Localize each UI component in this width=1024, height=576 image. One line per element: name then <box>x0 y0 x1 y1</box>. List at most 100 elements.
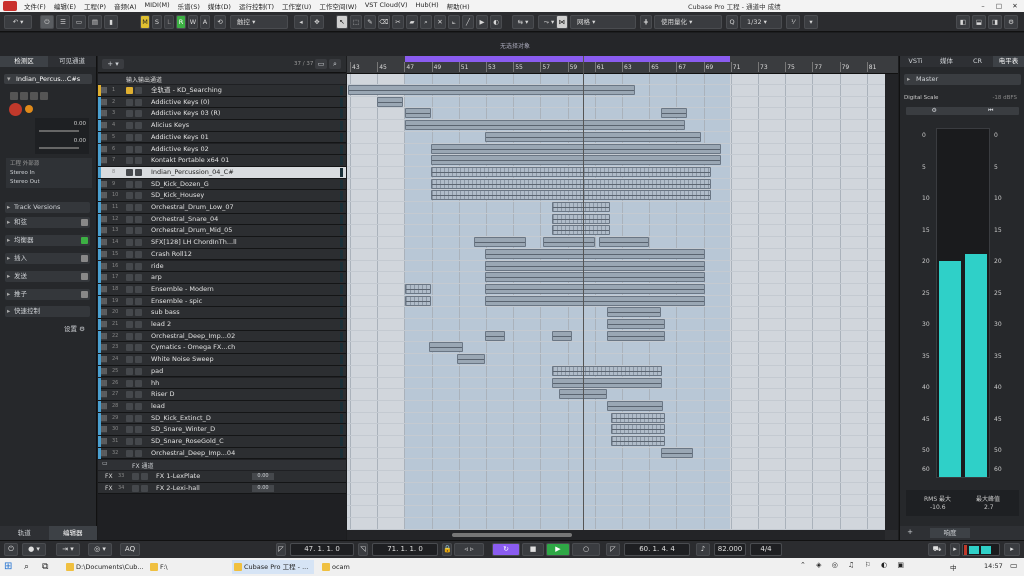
track-name[interactable]: sub bass <box>151 307 336 318</box>
listen-mode-button[interactable]: L <box>164 15 174 29</box>
range-tool-icon[interactable]: ⬚ <box>350 15 362 29</box>
settings-gear-icon[interactable]: ⚙ <box>1004 15 1018 29</box>
eraser-tool-icon[interactable]: ⌫ <box>378 15 390 29</box>
track-name[interactable]: SD_Kick_Housey <box>151 190 336 201</box>
audio-event[interactable] <box>661 447 693 458</box>
activate-project-button[interactable]: ⏻ <box>40 15 54 29</box>
solo-button[interactable] <box>135 356 142 364</box>
solo-button[interactable] <box>135 367 142 375</box>
volume-slider[interactable] <box>39 130 79 132</box>
color-tool-icon[interactable]: ◐ <box>490 15 502 29</box>
audio-event[interactable] <box>607 400 663 411</box>
automation-icon[interactable]: ⟲ <box>214 15 226 29</box>
input-routing-field[interactable]: Stereo In <box>10 169 88 178</box>
record-button[interactable]: ○ <box>572 543 600 556</box>
menu-item[interactable]: 运行控制(T) <box>235 1 278 11</box>
mute-button[interactable] <box>126 133 133 141</box>
notification-icon[interactable]: ▭ <box>1010 561 1020 573</box>
solo-button[interactable] <box>135 426 142 434</box>
mute-button[interactable] <box>126 285 133 293</box>
track-name[interactable]: FX 2-Lexi-hall <box>156 483 246 494</box>
audio-event[interactable] <box>348 85 635 95</box>
task-view-icon[interactable]: ⧉ <box>42 561 54 573</box>
tray-icons[interactable]: ⌃ ◈ ◎ ♫ ⚐ ◐ ▣ <box>800 561 908 569</box>
cycle-button[interactable]: ↻ <box>492 543 520 556</box>
left-locator-display[interactable]: 47. 1. 1. 0 <box>290 543 354 556</box>
solo-button[interactable] <box>135 98 142 106</box>
track-row[interactable]: ||| 9 SD_Kick_Dozen_G <box>98 178 346 191</box>
solo-button[interactable] <box>135 227 142 235</box>
audio-event[interactable] <box>457 354 485 365</box>
track-name[interactable]: Orchestral_Deep_Imp...04 <box>151 448 336 459</box>
snap-icon[interactable]: ⋈ <box>556 15 568 29</box>
solo-button[interactable] <box>135 391 142 399</box>
track-row[interactable]: ||| 26 hh <box>98 377 346 390</box>
track-name[interactable]: Addictive Keys 01 <box>151 132 336 143</box>
track-name[interactable]: Crash Roll12 <box>151 249 336 260</box>
track-row[interactable]: ||| 3 Addictive Keys 03 (R) <box>98 108 346 121</box>
mute-button[interactable] <box>126 192 133 200</box>
fx-track-row[interactable]: FX 34 FX 2-Lexi-hall 0.00 <box>98 482 346 495</box>
solo-button[interactable] <box>135 122 142 130</box>
mute-button[interactable] <box>126 274 133 282</box>
audio-event[interactable] <box>429 342 463 353</box>
touch-mode-select[interactable]: 触控 ▾ <box>230 15 288 29</box>
mute-button[interactable] <box>126 426 133 434</box>
solo-button[interactable] <box>135 332 142 340</box>
track-row[interactable]: ||| 2 Addictive Keys (0) <box>98 96 346 109</box>
task-explorer-f[interactable]: F:\ <box>148 560 226 574</box>
write-button[interactable] <box>40 92 48 100</box>
section-equalizer[interactable]: 均衡器 <box>5 235 90 246</box>
mute-button[interactable] <box>126 309 133 317</box>
solo-button[interactable] <box>135 133 142 141</box>
track-row[interactable]: ||| 4 Alicius Keys <box>98 120 346 132</box>
mute-button[interactable] <box>126 438 133 445</box>
audio-event[interactable] <box>611 412 665 423</box>
mute-button[interactable] <box>126 332 133 340</box>
audio-event[interactable] <box>485 131 701 142</box>
track-row[interactable]: ||| 23 Cymatics - Omega FX...ch <box>98 342 346 355</box>
ime-indicator[interactable]: 中 <box>950 562 957 572</box>
mute-button[interactable] <box>126 215 133 223</box>
track-name[interactable]: hh <box>151 378 336 389</box>
event-display[interactable] <box>347 74 885 530</box>
mute-button[interactable] <box>126 122 133 130</box>
vertical-scrollbar[interactable] <box>885 74 898 530</box>
solo-button[interactable] <box>20 92 28 100</box>
mute-button[interactable] <box>126 402 133 410</box>
menu-item[interactable]: 工作空间(W) <box>315 1 361 11</box>
mute-button[interactable] <box>126 87 133 94</box>
punch-select[interactable]: ⇥ ▾ <box>56 543 80 556</box>
track-name[interactable]: Addictive Keys 03 (R) <box>151 108 336 119</box>
menu-item[interactable]: 音频(A) <box>110 1 141 11</box>
color-picker-icon[interactable]: ▾ <box>804 15 818 29</box>
track-name[interactable]: pad <box>151 366 336 377</box>
solo-button[interactable] <box>135 297 142 305</box>
track-name[interactable]: Ensemble - Modern <box>151 284 336 295</box>
write-mode-button[interactable]: W <box>188 15 198 29</box>
arrow-tool-icon[interactable]: ↖ <box>336 15 348 29</box>
mute-button[interactable] <box>10 92 18 100</box>
tab-vsti[interactable]: VSTi <box>900 56 931 67</box>
volume-pan-area[interactable]: 0.00 0.00 <box>35 118 89 154</box>
solo-button[interactable] <box>135 239 142 247</box>
solo-button[interactable] <box>135 145 142 153</box>
solo-button[interactable] <box>135 274 142 282</box>
auto-scroll-icon[interactable]: ⇆ ▾ <box>512 15 534 29</box>
solo-button[interactable] <box>135 285 142 293</box>
track-name[interactable]: FX 1-LexPlate <box>156 471 246 482</box>
mute-button[interactable] <box>126 250 133 258</box>
section-track-versions[interactable]: Track Versions <box>5 202 90 213</box>
timewarp-icon[interactable]: ⟀ <box>448 15 460 29</box>
left-locator-icon[interactable]: ◸ <box>276 543 286 556</box>
monitor-button[interactable] <box>25 105 33 113</box>
section-chords[interactable]: 和弦 <box>5 217 90 228</box>
info-line-button[interactable]: ☰ <box>56 15 70 29</box>
solo-button[interactable] <box>135 215 142 223</box>
track-row[interactable]: ||| 25 pad <box>98 365 346 378</box>
audio-event[interactable] <box>377 96 403 107</box>
track-search-icon[interactable]: ⌕ <box>329 59 341 69</box>
quantize-icon[interactable]: Q <box>726 15 738 29</box>
solo-button[interactable] <box>135 87 142 94</box>
mute-button[interactable] <box>126 414 133 422</box>
